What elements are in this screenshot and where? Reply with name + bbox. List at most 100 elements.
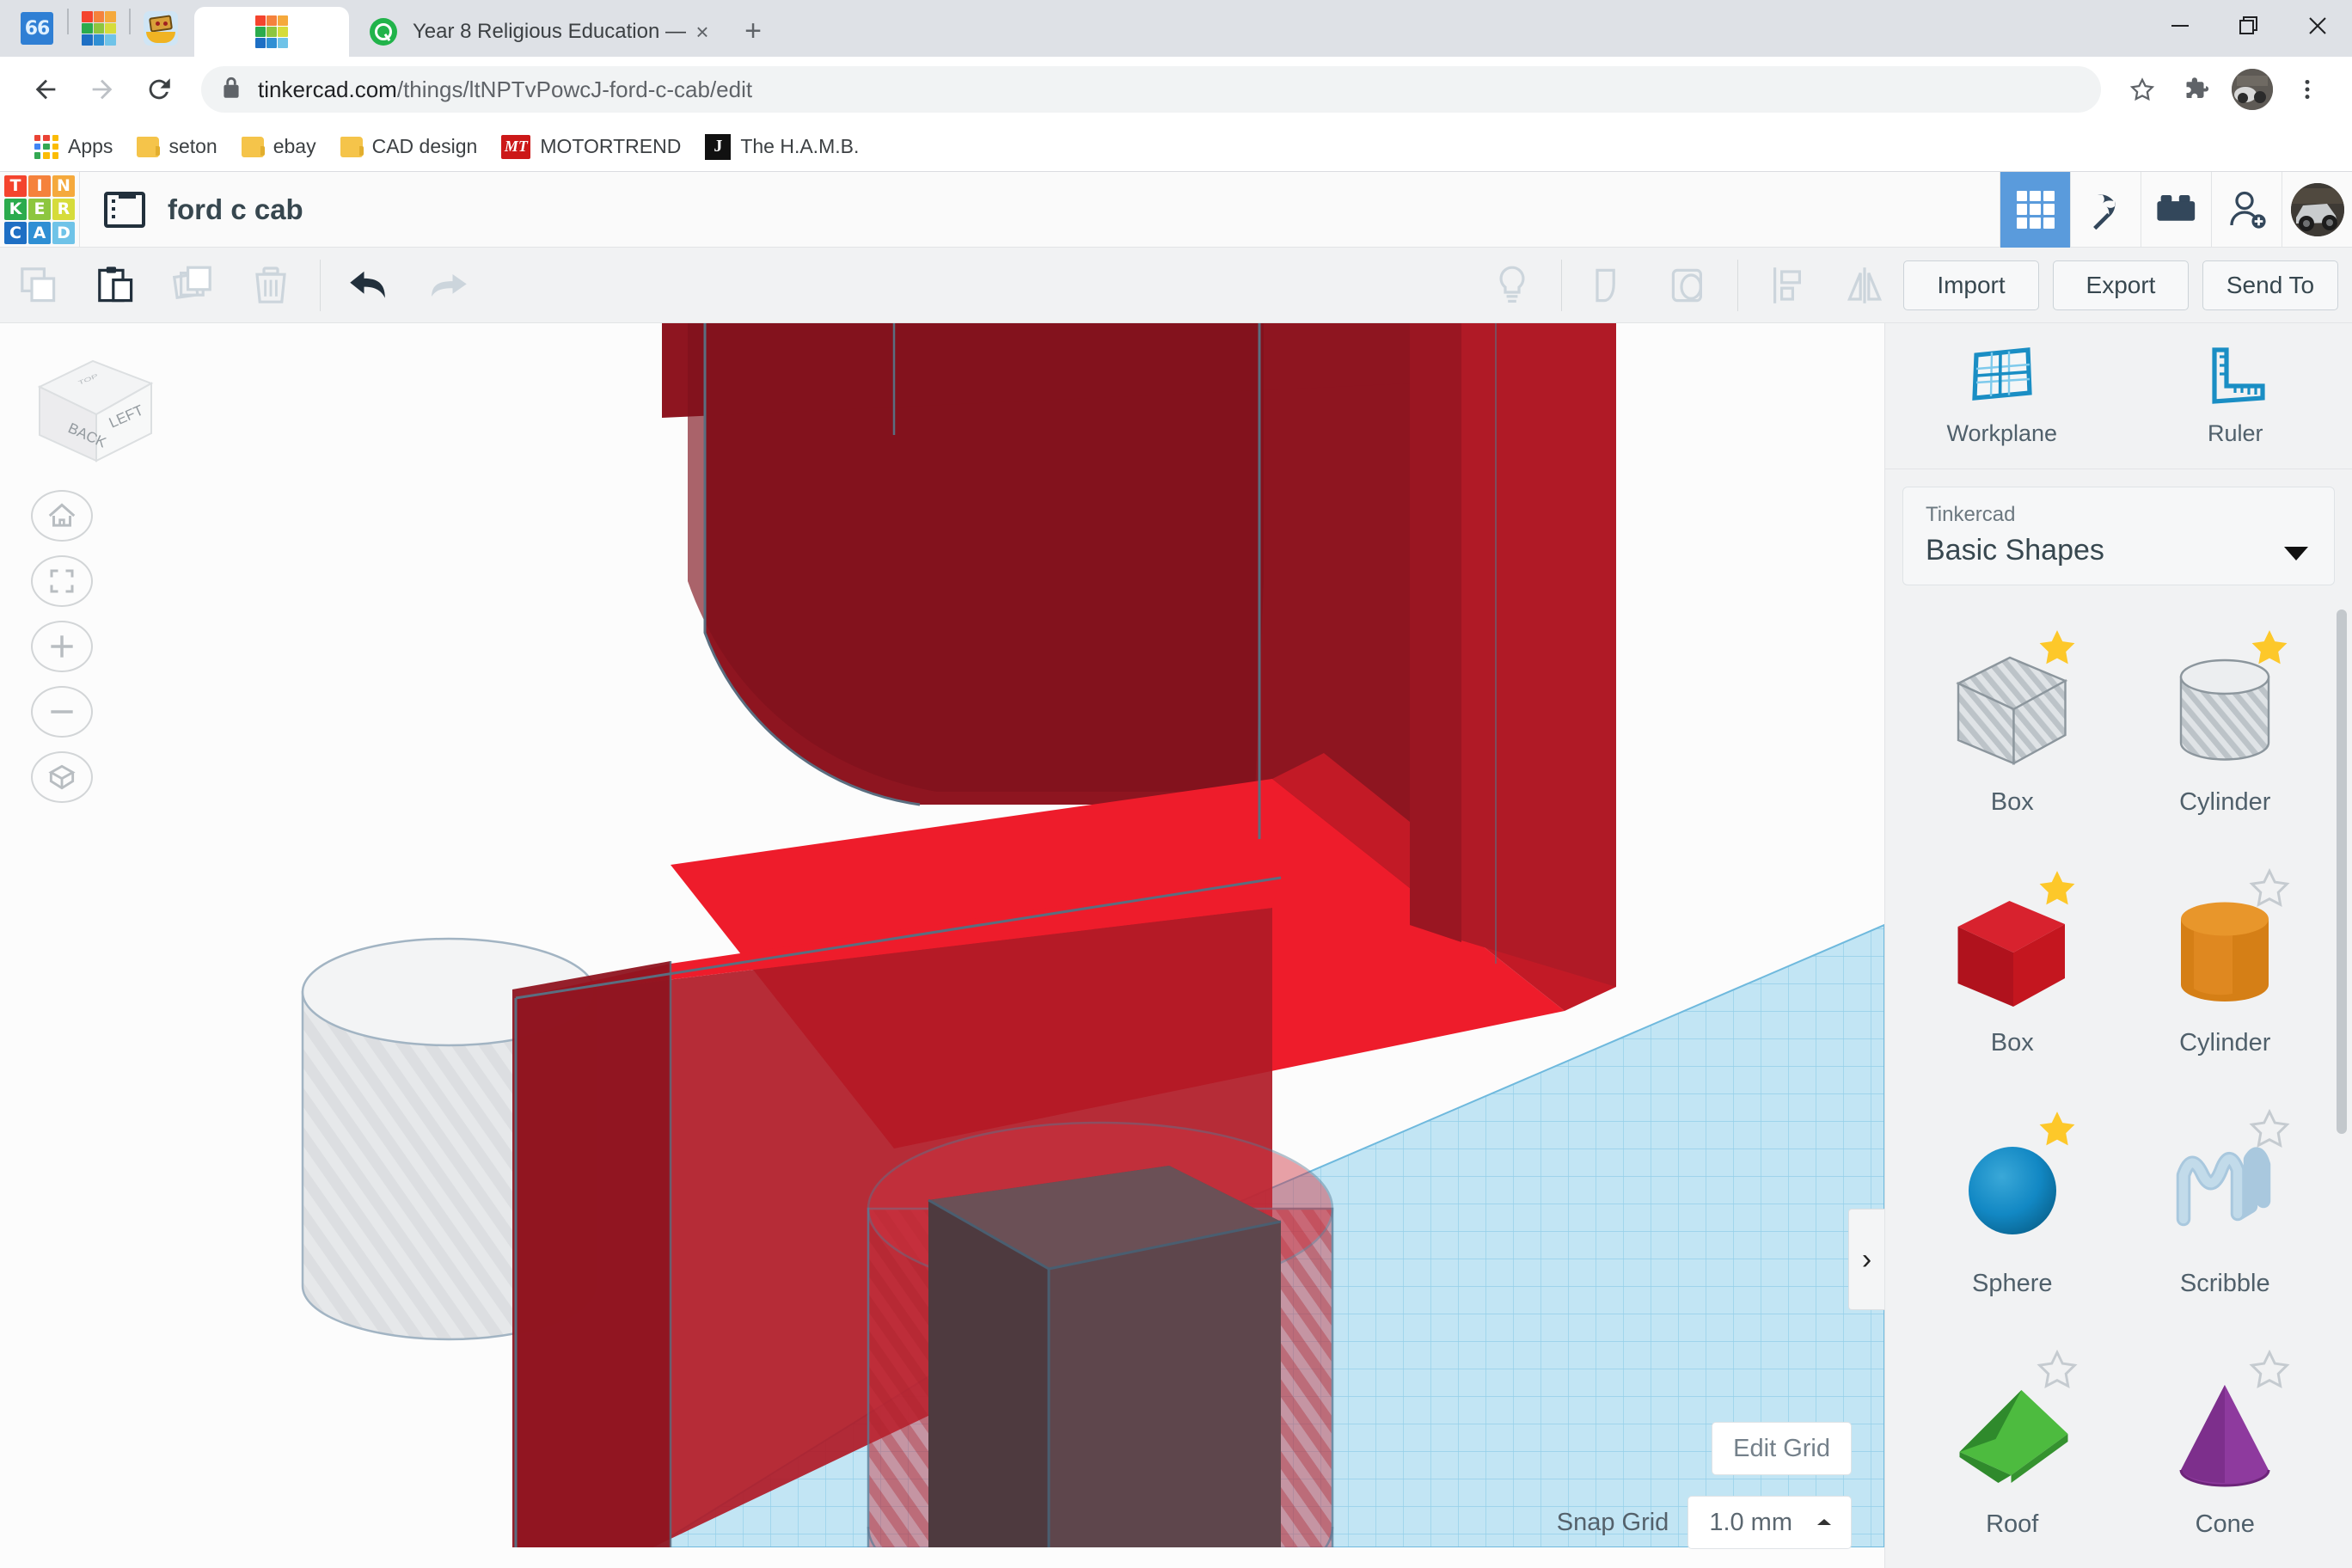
close-icon[interactable]	[2283, 0, 2352, 52]
back-button[interactable]	[19, 63, 72, 116]
tinkercad-app: T I N K E R C A D ford c cab Import Expo…	[0, 171, 2352, 1568]
person-add-icon	[2229, 191, 2266, 229]
star-filled-icon[interactable]	[2035, 867, 2079, 910]
group-button[interactable]	[1572, 248, 1650, 323]
logo-letter: A	[28, 222, 51, 244]
star-filled-icon[interactable]	[2247, 627, 2292, 670]
3d-viewport[interactable]: BACK LEFT TOP Edit Grid Snap Grid 1.0 mm…	[0, 323, 1884, 1568]
paste-icon	[98, 266, 133, 302]
shape-item-cylinder-orange[interactable]: Cylinder	[2119, 857, 2332, 1098]
star-outline-icon[interactable]	[2035, 1349, 2079, 1392]
tinkercad-logo-grid: T I N K E R C A D	[4, 175, 75, 244]
paste-button[interactable]	[77, 248, 155, 323]
bookmark-the-hamb[interactable]: J The H.A.M.B.	[693, 128, 871, 166]
shape-item-cone[interactable]: Cone	[2119, 1338, 2332, 1568]
chevron-up-icon	[1817, 1519, 1831, 1525]
sphere-blue-thumbnail	[1906, 1117, 2119, 1265]
bookmark-ebay[interactable]: ebay	[230, 128, 328, 166]
cone-purple-thumbnail	[2119, 1357, 2332, 1505]
new-tab-button[interactable]: +	[729, 7, 777, 55]
shape-item-roof[interactable]: Roof	[1906, 1338, 2119, 1568]
view-cube[interactable]: BACK LEFT TOP	[26, 339, 163, 476]
shape-item-box-red[interactable]: Box	[1906, 857, 2119, 1098]
copy-button[interactable]	[0, 248, 77, 323]
designs-grid-button[interactable]	[2000, 171, 2070, 248]
star-outline-icon[interactable]	[2247, 1108, 2292, 1151]
bookmark-motortrend[interactable]: MT MOTORTREND	[489, 128, 693, 166]
address-bar[interactable]: tinkercad.com/things/ltNPTvPowcJ-ford-c-…	[201, 66, 2101, 113]
home-view-button[interactable]	[31, 490, 93, 542]
edit-grid-button[interactable]: Edit Grid	[1712, 1422, 1852, 1475]
copy-icon	[21, 266, 56, 302]
blue-66-favicon: 66	[21, 12, 53, 45]
undo-button[interactable]	[331, 248, 408, 323]
extensions-icon[interactable]	[2171, 64, 2223, 115]
redo-arrow-icon	[432, 273, 467, 297]
pinned-tab-tinkercad[interactable]	[72, 3, 126, 53]
app-body: BACK LEFT TOP Edit Grid Snap Grid 1.0 mm…	[0, 323, 2352, 1568]
ruler-tool[interactable]: Ruler	[2119, 323, 2352, 469]
zoom-in-button[interactable]	[31, 621, 93, 672]
shape-library-dropdown[interactable]: Tinkercad Basic Shapes	[1902, 487, 2335, 585]
browser-menu-icon[interactable]	[2282, 64, 2333, 115]
bookmark-apps[interactable]: Apps	[22, 128, 125, 166]
user-avatar[interactable]	[2282, 171, 2352, 248]
reload-button[interactable]	[132, 63, 186, 116]
tinkercad-logo[interactable]: T I N K E R C A D	[0, 172, 79, 248]
url-text: tinkercad.com/things/ltNPTvPowcJ-ford-c-…	[258, 76, 753, 102]
library-name: Basic Shapes	[1926, 534, 2104, 567]
align-button[interactable]	[1749, 248, 1826, 323]
minimize-icon[interactable]	[2146, 0, 2214, 52]
forward-button[interactable]	[76, 63, 129, 116]
delete-button[interactable]	[232, 248, 309, 323]
ungroup-button[interactable]	[1650, 248, 1727, 323]
bookmark-seton[interactable]: seton	[125, 128, 229, 166]
pinned-tab-robot[interactable]	[134, 3, 187, 53]
fit-to-view-button[interactable]	[31, 555, 93, 607]
tab-religious-education[interactable]: Year 8 Religious Education — SE ×	[351, 7, 729, 57]
tab-strip: 66 Year 8 Religious Education — × +	[0, 0, 2352, 57]
tab-tinkercad-active[interactable]	[194, 7, 349, 57]
blocks-button[interactable]	[2141, 171, 2211, 248]
zoom-out-button[interactable]	[31, 686, 93, 738]
bookmark-cad-design[interactable]: CAD design	[328, 128, 490, 166]
bookmark-star-icon[interactable]	[2116, 64, 2168, 115]
shape-item-sphere[interactable]: Sphere	[1906, 1098, 2119, 1338]
apps-grid-icon	[34, 134, 58, 159]
shape-item-scribble[interactable]: Scribble	[2119, 1098, 2332, 1338]
shape-item-cylinder-hole[interactable]: Cylinder	[2119, 616, 2332, 857]
ungroup-icon	[1671, 268, 1702, 302]
page-title[interactable]: ford c cab	[168, 193, 303, 226]
shape-item-box-hole[interactable]: Box	[1906, 616, 2119, 857]
redo-button[interactable]	[408, 248, 486, 323]
export-button[interactable]: Export	[2053, 260, 2189, 310]
mirror-button[interactable]	[1826, 248, 1903, 323]
shape-label: Box	[1990, 788, 2034, 816]
duplicate-button[interactable]	[155, 248, 232, 323]
logo-letter: T	[4, 175, 27, 197]
ortho-perspective-button[interactable]	[31, 751, 93, 803]
star-outline-icon[interactable]	[2247, 867, 2292, 910]
folder-icon	[241, 136, 265, 157]
snap-grid-dropdown[interactable]: 1.0 mm	[1687, 1496, 1852, 1549]
designs-list-icon[interactable]	[104, 191, 145, 228]
workplane-tool[interactable]: Workplane	[1885, 323, 2119, 469]
send-to-button[interactable]: Send To	[2202, 260, 2338, 310]
star-filled-icon[interactable]	[2035, 627, 2079, 670]
star-filled-icon[interactable]	[2035, 1108, 2079, 1151]
logo-letter: K	[4, 198, 27, 221]
green-circle-favicon	[370, 18, 397, 46]
shape-grid: Box Cylinder Box Cylinder Sphere Scribbl…	[1885, 597, 2352, 1568]
shape-label: Sphere	[1971, 1270, 2053, 1297]
panel-scrollbar[interactable]	[2337, 609, 2347, 1134]
collapse-panel-button[interactable]: ›	[1848, 1209, 1884, 1310]
invite-button[interactable]	[2211, 171, 2282, 248]
star-outline-icon[interactable]	[2247, 1349, 2292, 1392]
restore-icon[interactable]	[2214, 0, 2283, 52]
import-button[interactable]: Import	[1903, 260, 2039, 310]
pinned-tab-66[interactable]: 66	[10, 3, 64, 53]
tab-close-icon[interactable]: ×	[688, 17, 717, 46]
minecraft-button[interactable]	[2070, 171, 2141, 248]
profile-avatar[interactable]	[2232, 69, 2273, 110]
light-button[interactable]	[1473, 248, 1551, 323]
